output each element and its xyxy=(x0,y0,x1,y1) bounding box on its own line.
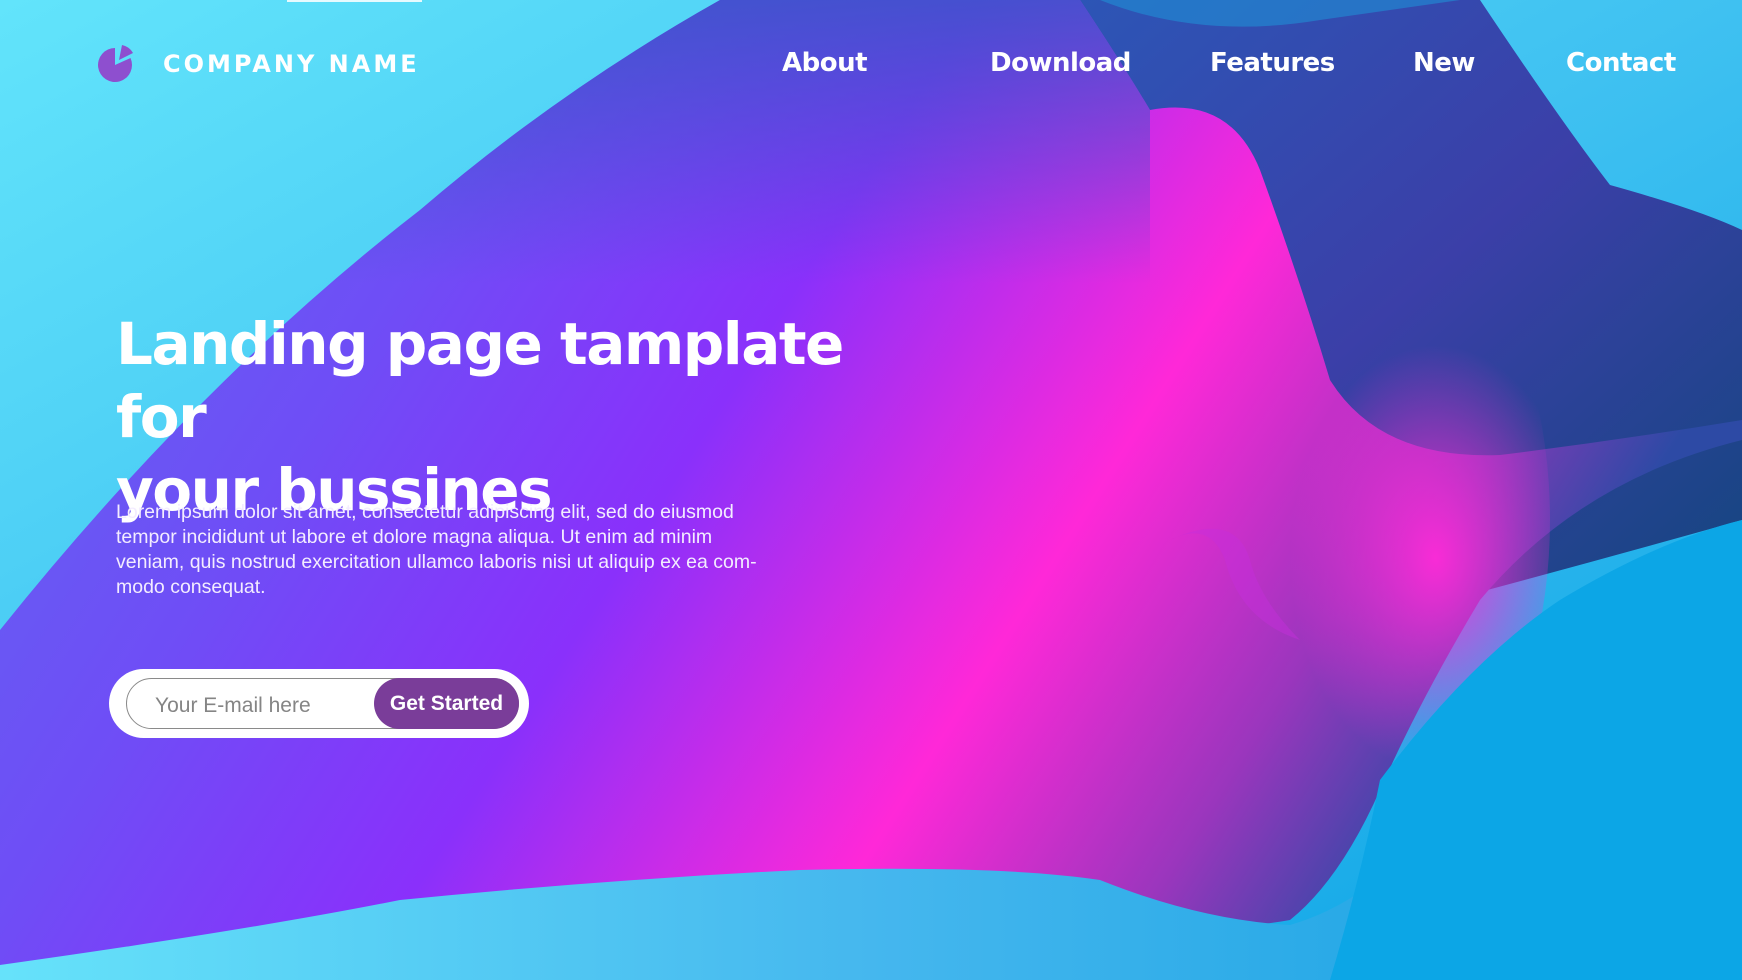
hero-title: Landing page tamplate for your bussines xyxy=(116,308,916,527)
brand-logo[interactable]: COMPANY NAME xyxy=(95,43,420,85)
pie-chart-icon xyxy=(98,45,133,82)
nav-link-new[interactable]: New xyxy=(1413,48,1475,78)
nav-link-features[interactable]: Features xyxy=(1210,48,1335,78)
email-input[interactable] xyxy=(153,690,372,722)
nav-link-about[interactable]: About xyxy=(782,48,868,78)
nav-link-contact[interactable]: Contact xyxy=(1566,48,1676,78)
site-header: COMPANY NAME About Download Features New… xyxy=(0,0,1742,130)
email-field-wrapper: Get Started xyxy=(126,678,519,729)
nav-link-download[interactable]: Download xyxy=(990,48,1131,78)
get-started-button[interactable]: Get Started xyxy=(374,678,519,729)
hero-description-line: tempor incididunt ut labore et dolore ma… xyxy=(116,526,713,548)
email-signup-form: Get Started xyxy=(109,669,529,738)
hero-title-line-1: Landing page tamplate for xyxy=(116,310,844,451)
hero-description-line: Lorem ipsum dolor sit amet, consectetur … xyxy=(116,501,734,523)
company-name: COMPANY NAME xyxy=(163,50,420,78)
hero-description: Lorem ipsum dolor sit amet, consectetur … xyxy=(116,500,836,600)
hero-description-line: modo consequat. xyxy=(116,576,266,598)
hero-description-line: veniam, quis nostrud exercitation ullamc… xyxy=(116,551,757,573)
